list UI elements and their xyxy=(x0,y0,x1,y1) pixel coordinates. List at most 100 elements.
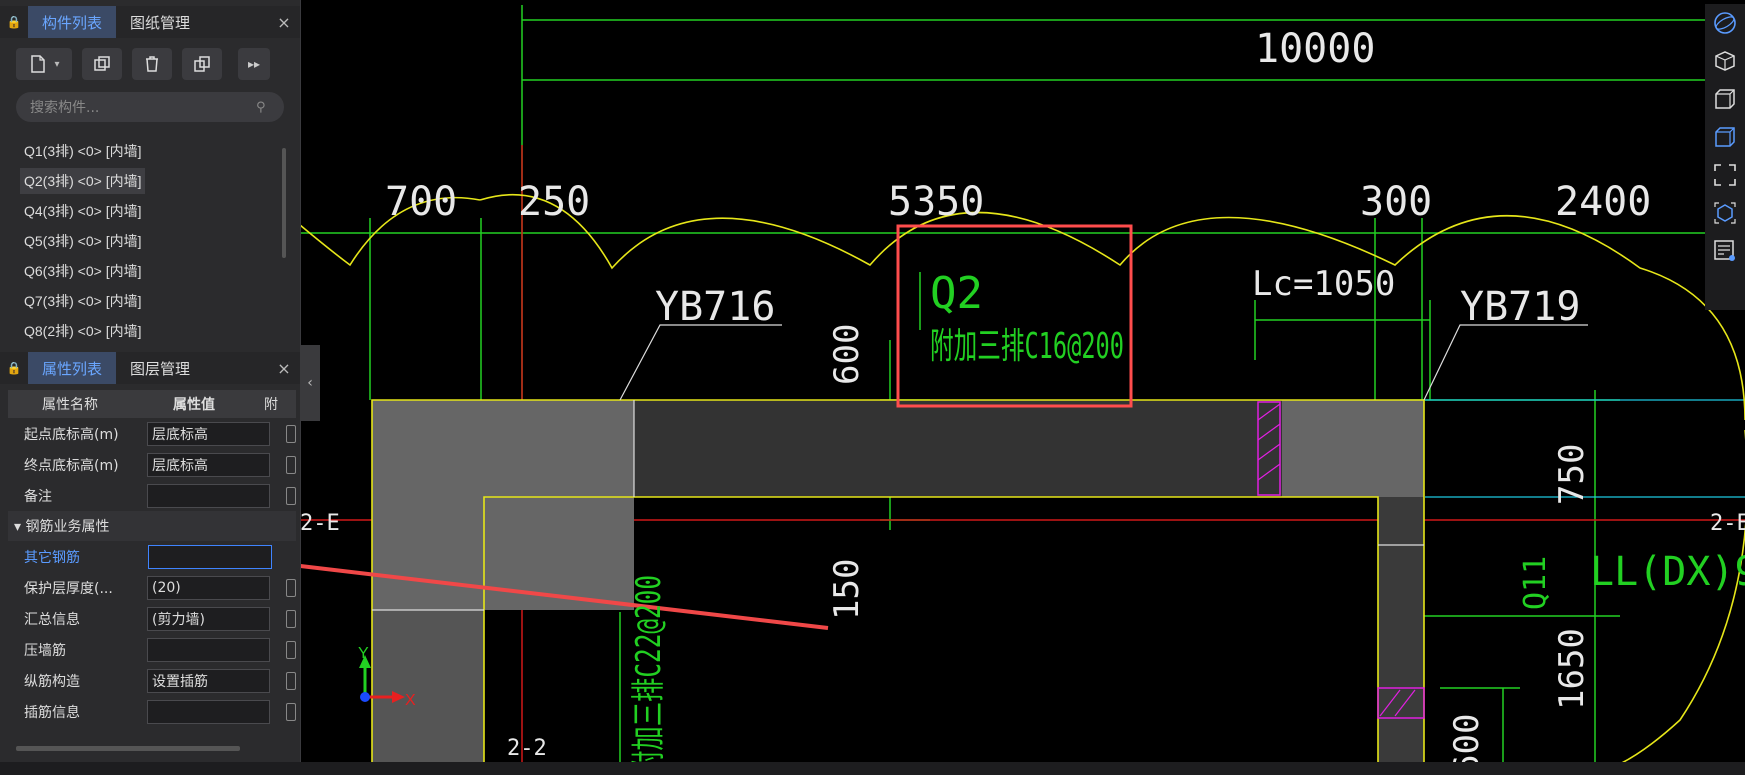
list-item-selected[interactable]: Q2(3排) <0> [内墙] xyxy=(16,166,280,196)
list-item-label: Q6(3排) <0> [内墙] xyxy=(24,263,142,279)
3d-cube-icon xyxy=(1715,51,1735,71)
list-item[interactable]: Q5(3排) <0> [内墙] xyxy=(16,226,280,256)
dim-250: 250 xyxy=(518,179,590,225)
property-value-field[interactable]: (剪力墙) xyxy=(147,606,271,631)
layers-copy-icon xyxy=(194,56,210,72)
attach-checkbox[interactable] xyxy=(286,702,297,721)
header-property-name: 属性名称 xyxy=(42,397,98,413)
property-key: 终点底标高(m) xyxy=(24,457,119,474)
axis-label-right: 2-E xyxy=(1710,511,1745,536)
cube-blue-icon xyxy=(1715,127,1735,147)
label-q2: Q2 xyxy=(930,268,983,319)
top-view-button[interactable] xyxy=(1705,80,1745,118)
cube-icon xyxy=(1715,89,1735,109)
header-attach: 附 xyxy=(264,397,278,413)
new-component-button[interactable]: ▾ xyxy=(16,48,72,80)
property-scrollbar[interactable] xyxy=(16,746,240,751)
property-value-field[interactable] xyxy=(147,699,271,724)
property-panel-tabs: 🔒 属性列表 图层管理 × xyxy=(0,352,300,384)
copy-icon xyxy=(94,56,110,71)
select-view-button[interactable] xyxy=(1705,194,1745,232)
dim-750: 750 xyxy=(1552,444,1592,505)
close-icon[interactable]: × xyxy=(268,359,300,378)
property-table-header: 属性名称 属性值 附 xyxy=(8,390,296,418)
front-view-button[interactable] xyxy=(1705,118,1745,156)
orbit-icon xyxy=(1714,12,1736,34)
tab-component-list[interactable]: 构件列表 xyxy=(28,6,117,38)
property-value-field-active[interactable] xyxy=(148,544,272,569)
property-key: 保护层厚度(... xyxy=(24,580,113,597)
property-key: 其它钢筋 xyxy=(24,549,80,566)
property-key: 备注 xyxy=(24,488,52,505)
property-row-other-rebar: 其它钢筋 xyxy=(8,541,296,572)
fit-view-button[interactable] xyxy=(1705,156,1745,194)
property-value-field[interactable] xyxy=(147,637,271,662)
list-item-label: Q8(2排) <0> [内墙] xyxy=(24,323,142,339)
list-scrollbar[interactable] xyxy=(282,148,286,258)
chevron-down-icon: ▾ xyxy=(54,58,60,70)
attach-checkbox[interactable] xyxy=(286,640,297,659)
label-q11: Q11 xyxy=(1518,556,1553,610)
orbit-button[interactable] xyxy=(1705,4,1745,42)
list-item-label: Q4(3排) <0> [内墙] xyxy=(24,203,142,219)
axis-label-bottom: 2-2 xyxy=(507,736,547,761)
delete-button[interactable] xyxy=(132,48,172,80)
component-panel-tabs: 🔒 构件列表 图纸管理 × xyxy=(0,6,300,38)
property-key: 纵筋构造 xyxy=(24,673,80,690)
list-item[interactable]: Q4(3排) <0> [内墙] xyxy=(16,196,280,226)
list-item[interactable]: Q7(3排) <0> [内墙] xyxy=(16,286,280,316)
attach-checkbox[interactable] xyxy=(286,455,297,474)
close-icon[interactable]: × xyxy=(268,13,300,32)
attach-checkbox[interactable] xyxy=(286,424,297,443)
copy-to-floor-button[interactable] xyxy=(182,48,222,80)
axis-label-left: 2-E xyxy=(300,511,340,536)
list-item-label: Q7(3排) <0> [内墙] xyxy=(24,293,142,309)
3d-view-button[interactable] xyxy=(1705,42,1745,80)
lock-icon[interactable]: 🔒 xyxy=(0,6,28,38)
property-value-field[interactable]: 层底标高 xyxy=(147,452,271,477)
list-item-label: Q2(3排) <0> [内墙] xyxy=(20,168,146,194)
list-item[interactable]: Q8(2排) <0> [内墙] xyxy=(16,316,280,346)
property-table: 属性名称 属性值 附 起点底标高(m) 层底标高 终点底标高(m) 层底标高 备注 … xyxy=(8,390,297,727)
new-file-icon xyxy=(31,55,46,73)
list-item-label: Q1(3排) <0> [内墙] xyxy=(24,143,142,159)
search-icon[interactable]: ⚲ xyxy=(256,100,284,115)
double-chevron-right-icon: ▸▸ xyxy=(247,57,261,71)
tab-property-list[interactable]: 属性列表 xyxy=(28,352,117,384)
list-item[interactable]: Q1(3排) <0> [内墙] xyxy=(16,136,280,166)
component-toolbar: ▾ ▸▸ xyxy=(16,48,270,80)
tab-layer-management[interactable]: 图层管理 xyxy=(116,352,204,384)
label-yb719: YB719 xyxy=(1460,284,1580,330)
search-input[interactable]: 搜索构件... ⚲ xyxy=(16,92,284,122)
display-settings-button[interactable] xyxy=(1705,232,1745,270)
component-list: Q1(3排) <0> [内墙] Q2(3排) <0> [内墙] Q4(3排) <… xyxy=(16,136,280,346)
attach-checkbox[interactable] xyxy=(286,609,297,628)
dim-5350: 5350 xyxy=(888,179,984,225)
property-key: 起点底标高(m) xyxy=(24,426,119,443)
attach-checkbox[interactable] xyxy=(286,578,297,597)
property-value-field[interactable] xyxy=(147,483,271,508)
copy-button[interactable] xyxy=(82,48,122,80)
property-value-field[interactable]: 层底标高 xyxy=(147,421,271,446)
list-item[interactable]: Q6(3排) <0> [内墙] xyxy=(16,256,280,286)
more-button[interactable]: ▸▸ xyxy=(238,48,270,80)
property-row: 插筋信息 xyxy=(8,696,297,727)
status-bar xyxy=(0,762,1745,775)
property-row: 汇总信息 (剪力墙) xyxy=(8,603,297,634)
dim-600: 600 xyxy=(827,324,867,385)
attach-checkbox[interactable] xyxy=(286,486,297,505)
property-key: 插筋信息 xyxy=(24,704,80,721)
property-row: 终点底标高(m) 层底标高 xyxy=(8,449,297,480)
dim-10000: 10000 xyxy=(1255,26,1375,72)
property-key: 汇总信息 xyxy=(24,611,80,628)
collapse-panel-button[interactable]: ‹ xyxy=(300,345,320,421)
property-value-field[interactable]: (20) xyxy=(147,575,271,600)
attach-checkbox[interactable] xyxy=(286,671,297,690)
lock-icon[interactable]: 🔒 xyxy=(0,352,28,384)
property-row: 压墙筋 xyxy=(8,634,297,665)
tab-drawing-management[interactable]: 图纸管理 xyxy=(116,6,204,38)
property-value-field[interactable]: 设置插筋 xyxy=(147,668,271,693)
fullscreen-icon xyxy=(1714,164,1736,186)
group-rebar-properties[interactable]: ▾ 钢筋业务属性 xyxy=(8,511,296,541)
trash-icon xyxy=(146,56,158,72)
